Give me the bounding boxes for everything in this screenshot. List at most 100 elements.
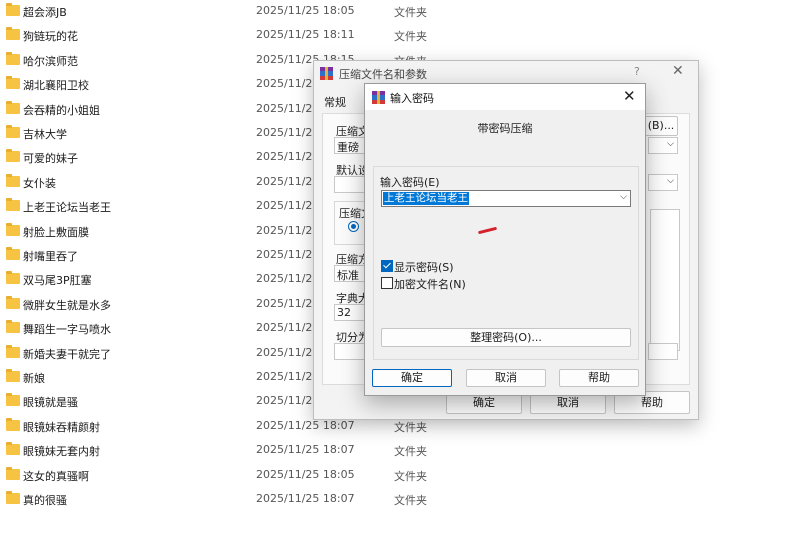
file-row[interactable]: 眼镜妹无套内射 2025/11/25 18:07 文件夹 xyxy=(0,439,800,463)
file-date: 2025/11/25 18:07 xyxy=(256,443,355,457)
file-date: 2025/11/25 18:05 xyxy=(256,4,355,17)
file-name: 微胖女生就是水多 xyxy=(23,298,111,312)
file-date: 2025/11/25 xyxy=(256,321,320,335)
file-date: 2025/11/25 xyxy=(256,101,320,115)
file-row[interactable]: 真的很骚 2025/11/25 18:07 文件夹 xyxy=(0,488,800,512)
file-date: 2025/11/25 xyxy=(256,126,320,139)
file-type: 文件夹 xyxy=(394,420,427,434)
archive-dialog-title: 压缩文件名和参数 xyxy=(339,68,427,81)
password-label: 输入密码(E) xyxy=(380,176,440,189)
file-name: 可爱的妹子 xyxy=(23,152,78,166)
file-date: 2025/11/25 xyxy=(256,345,320,359)
folder-icon xyxy=(6,76,20,90)
file-type: 文件夹 xyxy=(394,445,427,459)
file-name: 舞蹈生一字马喷水 xyxy=(23,323,111,337)
file-date: 2025/11/25 18:07 xyxy=(256,492,355,505)
folder-icon xyxy=(6,344,20,358)
folder-icon xyxy=(6,173,20,187)
file-name: 新娘 xyxy=(23,372,45,385)
file-date: 2025/11/25 18:05 xyxy=(256,467,355,481)
file-date: 2025/11/25 xyxy=(256,370,320,383)
password-dialog-titlebar: 输入密码 ✕ xyxy=(365,84,645,110)
file-type: 文件夹 xyxy=(394,469,427,483)
tab-general[interactable]: 常规 xyxy=(324,94,346,110)
chevron-down-icon: ⌵ xyxy=(667,139,674,149)
file-type: 文件夹 xyxy=(394,6,427,19)
show-password-label[interactable]: 显示密码(S) xyxy=(394,259,454,275)
file-date: 2025/11/25 xyxy=(256,77,320,91)
file-name: 双马尾3P肛塞 xyxy=(23,274,92,288)
password-value: 上老王论坛当老王 xyxy=(383,192,469,205)
chevron-down-icon: ⌵ xyxy=(667,176,674,186)
file-date: 2025/11/25 xyxy=(256,394,320,408)
folder-icon xyxy=(6,149,20,163)
file-row[interactable]: 这女的真骚啊 2025/11/25 18:05 文件夹 xyxy=(0,464,800,488)
right-bottom-field[interactable] xyxy=(648,343,678,360)
file-date: 2025/11/25 18:11 xyxy=(256,28,355,42)
archive-dialog-close-button[interactable]: ✕ xyxy=(672,63,684,79)
file-type: 文件夹 xyxy=(394,494,427,507)
password-dialog-subtitle: 带密码压缩 xyxy=(477,122,533,135)
update-mode-select[interactable]: ⌵ xyxy=(648,137,678,154)
file-name: 眼镜妹吞精颜射 xyxy=(23,420,100,434)
method-select[interactable]: 标准 xyxy=(334,265,366,282)
file-row[interactable]: 超会添JB 2025/11/25 18:05 文件夹 xyxy=(0,0,800,24)
file-name: 眼镜就是骚 xyxy=(23,396,78,410)
folder-icon xyxy=(6,247,20,260)
split-select[interactable] xyxy=(334,343,366,360)
folder-icon xyxy=(6,320,20,334)
folder-icon xyxy=(6,27,20,41)
file-name: 女仆装 xyxy=(23,176,56,190)
file-name: 超会添JB xyxy=(23,6,67,19)
file-name: 湖北襄阳卫校 xyxy=(23,79,89,93)
password-help-button[interactable]: 帮助 xyxy=(559,369,639,387)
password-input[interactable]: 上老王论坛当老王 ⌵ xyxy=(381,190,631,207)
profile-select[interactable] xyxy=(334,176,366,193)
folder-icon xyxy=(6,466,20,480)
encrypt-filenames-checkbox[interactable] xyxy=(381,277,393,289)
file-row[interactable]: 狗链玩的花 2025/11/25 18:11 文件夹 xyxy=(0,24,800,48)
organize-passwords-button[interactable]: 整理密码(O)... xyxy=(381,328,631,347)
profile-right-select[interactable]: ⌵ xyxy=(648,174,678,191)
winrar-icon xyxy=(372,91,385,104)
folder-icon xyxy=(6,295,20,309)
format-radio-rar[interactable] xyxy=(348,221,359,232)
file-name: 新婚夫妻干就完了 xyxy=(23,347,111,361)
folder-icon xyxy=(6,417,20,431)
method-value: 标准 xyxy=(337,269,359,282)
folder-icon xyxy=(6,198,20,212)
file-name: 真的很骚 xyxy=(23,494,67,507)
file-name: 哈尔滨师范 xyxy=(23,54,78,68)
file-date: 2025/11/25 xyxy=(256,223,320,237)
show-password-checkbox[interactable] xyxy=(381,260,393,272)
file-date: 2025/11/25 xyxy=(256,150,320,164)
file-name: 眼镜妹无套内射 xyxy=(23,445,100,459)
help-icon[interactable]: ? xyxy=(634,65,640,78)
dict-size-select[interactable]: 32 xyxy=(334,304,366,321)
folder-icon xyxy=(6,222,20,236)
password-ok-button[interactable]: 确定 xyxy=(372,369,452,387)
file-name: 会吞精的小姐姐 xyxy=(23,103,100,117)
folder-icon xyxy=(6,442,20,456)
folder-icon xyxy=(6,369,20,382)
file-name: 吉林大学 xyxy=(23,128,67,141)
encrypt-filenames-label[interactable]: 加密文件名(N) xyxy=(394,276,466,292)
folder-icon xyxy=(6,3,20,16)
file-date: 2025/11/25 xyxy=(256,296,320,310)
password-dialog: 输入密码 ✕ 带密码压缩 输入密码(E) 上老王论坛当老王 ⌵ 显示密码(S) … xyxy=(364,83,646,396)
file-name: 狗链玩的花 xyxy=(23,30,78,44)
browse-button[interactable]: (B)... xyxy=(644,116,678,136)
options-group xyxy=(650,209,680,351)
folder-icon xyxy=(6,271,20,285)
folder-icon xyxy=(6,393,20,407)
close-icon[interactable]: ✕ xyxy=(623,87,636,105)
file-date: 2025/11/25 xyxy=(256,272,320,286)
file-name: 上老王论坛当老王 xyxy=(23,201,111,215)
dict-size-value: 32 xyxy=(337,306,351,319)
file-date: 2025/11/25 xyxy=(256,248,320,261)
folder-icon xyxy=(6,491,20,504)
password-cancel-button[interactable]: 取消 xyxy=(466,369,546,387)
file-name: 这女的真骚啊 xyxy=(23,469,89,483)
folder-icon xyxy=(6,125,20,138)
chevron-down-icon[interactable]: ⌵ xyxy=(620,192,627,202)
